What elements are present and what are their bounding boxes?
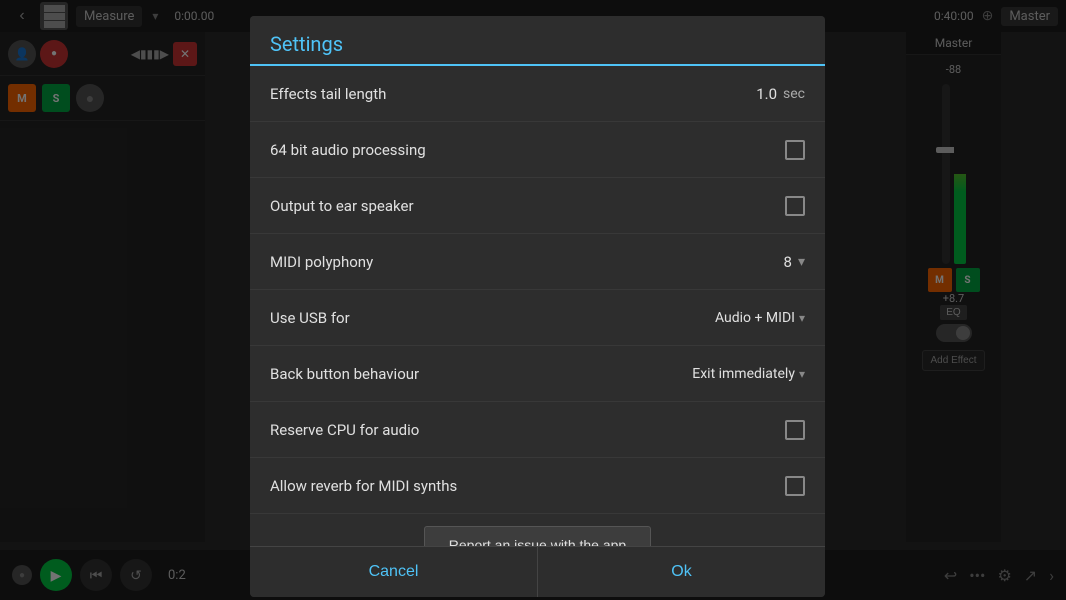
- midi-polyphony-label: MIDI polyphony: [270, 253, 373, 271]
- setting-midi-polyphony: MIDI polyphony 8 ▾: [250, 234, 825, 290]
- reserve-cpu-checkbox[interactable]: [785, 420, 805, 440]
- 64bit-label: 64 bit audio processing: [270, 141, 426, 159]
- spinner-chevron[interactable]: ▾: [798, 254, 805, 270]
- back-button-label: Back button behaviour: [270, 365, 419, 383]
- usb-dropdown[interactable]: Audio + MIDI ▾: [715, 310, 805, 326]
- midi-polyphony-value: 8 ▾: [784, 253, 805, 271]
- dialog-title: Settings: [250, 16, 825, 66]
- effects-tail-unit: sec: [783, 86, 805, 102]
- setting-64bit: 64 bit audio processing: [250, 122, 825, 178]
- effects-tail-number: 1.0: [756, 85, 777, 103]
- report-issue-button[interactable]: Report an issue with the app: [424, 526, 651, 546]
- usb-label: Use USB for: [270, 309, 350, 327]
- usb-value: Audio + MIDI: [715, 310, 795, 326]
- 64bit-checkbox[interactable]: [785, 140, 805, 160]
- setting-effects-tail: Effects tail length 1.0 sec: [250, 66, 825, 122]
- setting-ear-speaker: Output to ear speaker: [250, 178, 825, 234]
- settings-dialog: Settings Effects tail length 1.0 sec 64 …: [250, 16, 825, 597]
- setting-usb: Use USB for Audio + MIDI ▾: [250, 290, 825, 346]
- setting-back-button: Back button behaviour Exit immediately ▾: [250, 346, 825, 402]
- reverb-label: Allow reverb for MIDI synths: [270, 477, 457, 495]
- setting-reserve-cpu: Reserve CPU for audio: [250, 402, 825, 458]
- reserve-cpu-label: Reserve CPU for audio: [270, 421, 419, 439]
- dialog-actions: Cancel Ok: [250, 546, 825, 597]
- back-button-chevron: ▾: [799, 367, 805, 381]
- reverb-checkbox[interactable]: [785, 476, 805, 496]
- ear-speaker-label: Output to ear speaker: [270, 197, 414, 215]
- setting-reverb: Allow reverb for MIDI synths: [250, 458, 825, 514]
- dialog-content: Effects tail length 1.0 sec 64 bit audio…: [250, 66, 825, 546]
- back-button-value: Exit immediately: [692, 366, 795, 382]
- effects-tail-label: Effects tail length: [270, 85, 386, 103]
- ok-button[interactable]: Ok: [538, 547, 825, 597]
- midi-polyphony-number: 8: [784, 253, 792, 271]
- ear-speaker-checkbox[interactable]: [785, 196, 805, 216]
- usb-chevron: ▾: [799, 311, 805, 325]
- cancel-button[interactable]: Cancel: [250, 547, 538, 597]
- back-button-dropdown[interactable]: Exit immediately ▾: [692, 366, 805, 382]
- effects-tail-value: 1.0 sec: [756, 85, 805, 103]
